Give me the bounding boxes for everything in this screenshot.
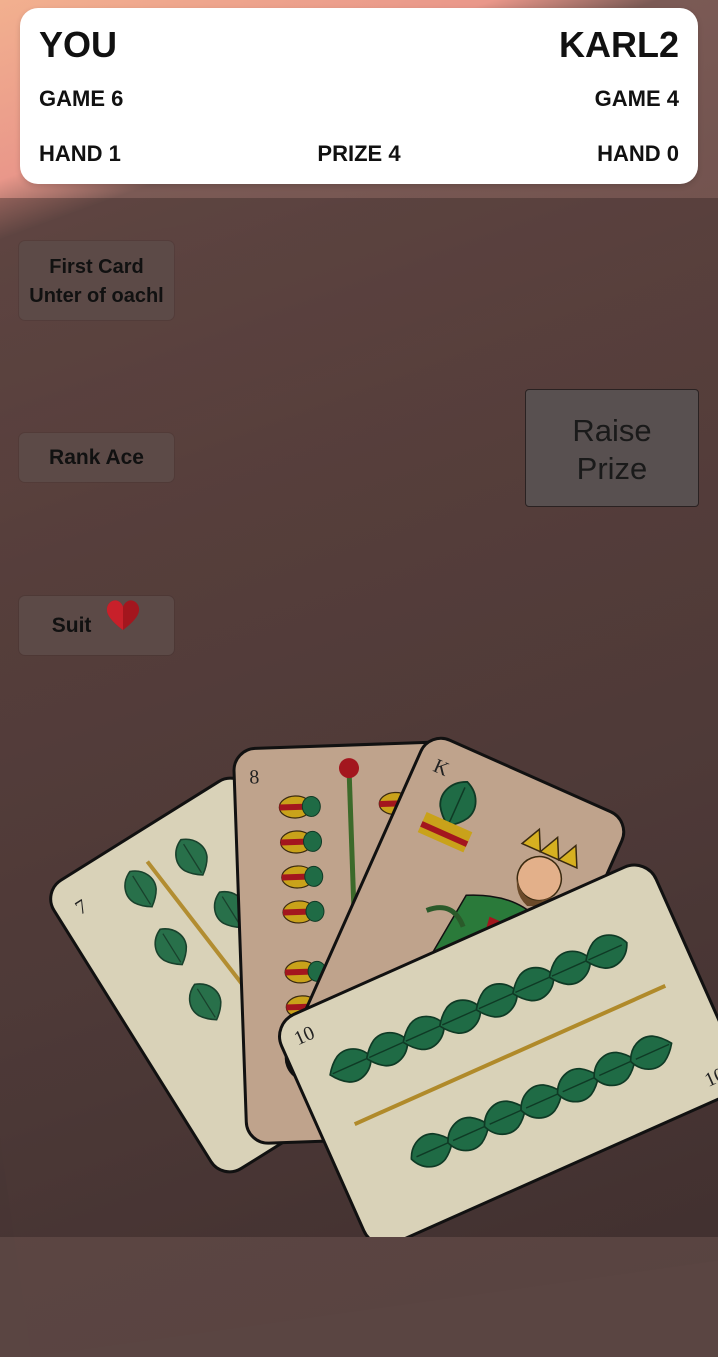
player-hand: 7 8 K 10 10 [0, 0, 718, 1237]
svg-text:8: 8 [249, 766, 260, 788]
